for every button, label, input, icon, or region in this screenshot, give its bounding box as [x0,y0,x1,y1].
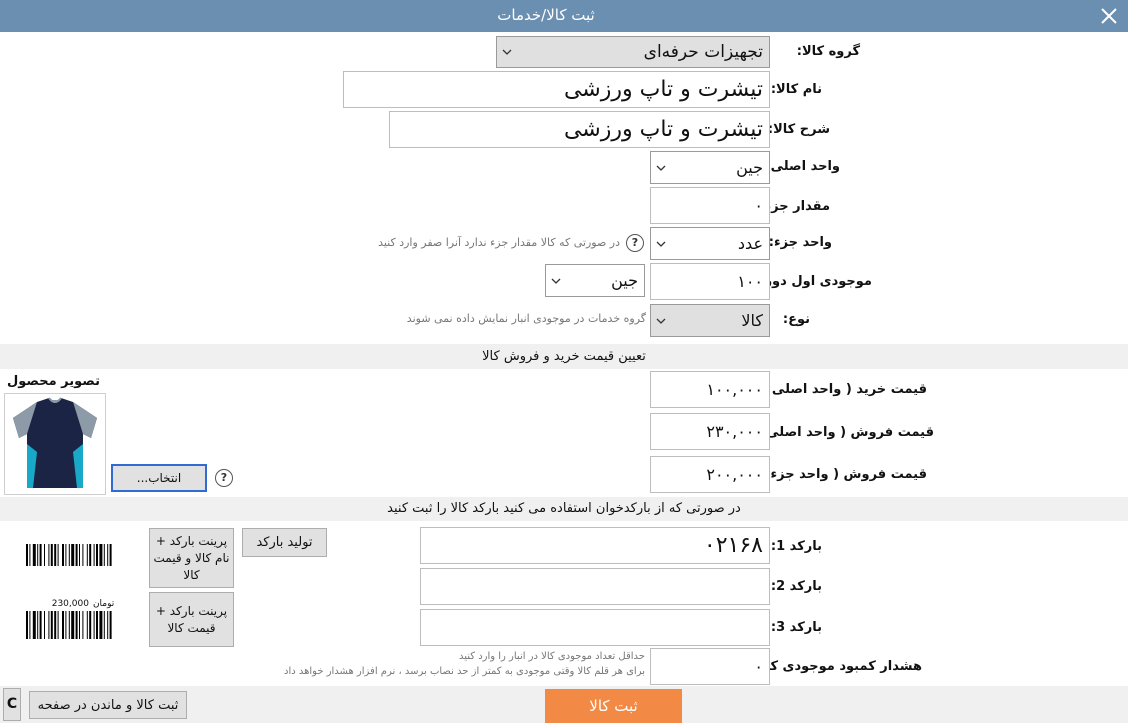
low-stock-hint-1: حداقل تعداد موجودی کالا در انبار را وارد… [458,651,645,662]
print-barcode-price-button[interactable]: پرینت بارکد + قیمت کالا [149,592,234,647]
main-unit-label: واحد اصلی: [765,159,840,174]
barcode1-label: بارکد 1: [770,539,822,554]
barcode-preview-full [26,544,140,566]
type-label: نوع: [782,312,810,327]
sell-part-price-label: قیمت فروش ( واحد جزء ) : [750,467,927,482]
help-icon[interactable]: ? [626,234,644,252]
barcode-icon [26,544,112,566]
opening-stock-input[interactable] [650,263,770,300]
chevron-down-icon [551,278,561,284]
print-barcode-full-button[interactable]: پرینت بارکد + نام کالا و قیمت کالا [149,528,234,588]
main-unit-select[interactable]: جین [650,151,770,184]
part-unit-select[interactable]: عدد [650,227,770,260]
tshirt-icon [13,397,97,488]
window-title: ثبت کالا/خدمات [497,6,595,24]
chevron-down-icon [656,318,666,324]
barcode1-input[interactable] [420,527,770,564]
part-qty-input[interactable] [650,187,770,224]
type-select[interactable]: کالا [650,304,770,337]
clear-button[interactable]: C [3,688,21,721]
pricing-header: تعیین قیمت خرید و فروش کالا [0,344,1128,369]
opening-stock-unit-select[interactable]: جین [545,264,645,297]
desc-label: شرح کالا: [767,122,830,137]
part-unit-hint: در صورتی که کالا مقدار جزء ندارد آنرا صف… [378,236,620,249]
chevron-down-icon [502,49,512,55]
product-image [4,393,106,495]
submit-button[interactable]: ثبت کالا [545,689,682,723]
barcode2-label: بارکد 2: [770,579,822,594]
generate-barcode-button[interactable]: تولید بارکد [242,528,327,557]
name-label: نام کالا: [770,82,822,97]
barcode2-input[interactable] [420,568,770,605]
part-qty-label: مقدار جزء: [759,199,830,214]
desc-input[interactable] [389,111,770,148]
product-image-title: تصویر محصول [7,374,100,389]
barcode-preview-price [26,611,140,639]
chevron-down-icon [656,165,666,171]
group-select-value: تجهیزات حرفه‌ای [643,42,763,62]
low-stock-input[interactable] [650,648,770,685]
opening-stock-unit-value: جین [611,271,638,290]
low-stock-label: هشدار کمبود موجودی کالا: [750,659,922,674]
barcode-sample-price: 230,000 [51,599,89,609]
buy-price-label: قیمت خرید ( واحد اصلی ) : [751,382,927,397]
chevron-down-icon [656,241,666,247]
type-value: کالا [741,311,763,330]
save-and-stay-button[interactable]: ثبت کالا و ماندن در صفحه [29,691,187,719]
close-icon[interactable] [1096,3,1122,29]
barcode-header: در صورتی که از بارکدخوان استفاده می کنید… [0,497,1128,521]
opening-stock-label: موجودی اول دوره: [751,274,872,289]
title-bar: ثبت کالا/خدمات [0,0,1128,32]
main-unit-value: جین [736,158,763,177]
barcode3-input[interactable] [420,609,770,646]
barcode-preview-price-text: 230,000 تومان [26,599,140,611]
help-icon[interactable]: ? [215,469,233,487]
low-stock-hint-2: برای هر قلم کالا وقتی موجودی به کمتر از … [284,666,645,677]
choose-image-button[interactable]: انتخاب... [111,464,207,492]
group-label: گروه کالا: [796,44,860,59]
type-hint: گروه خدمات در موجودی انبار نمایش داده نم… [406,312,646,325]
barcode-sample-currency: تومان [92,599,115,609]
part-unit-label: واحد جزء: [768,235,832,250]
buy-price-input[interactable] [650,371,770,408]
name-input[interactable] [343,71,770,108]
sell-main-price-label: قیمت فروش ( واحد اصلی ) : [745,425,934,440]
part-unit-value: عدد [737,234,763,253]
group-select[interactable]: تجهیزات حرفه‌ای [496,36,770,68]
barcode3-label: بارکد 3: [770,620,822,635]
sell-part-price-input[interactable] [650,456,770,493]
sell-main-price-input[interactable] [650,413,770,450]
barcode-icon [26,611,112,639]
